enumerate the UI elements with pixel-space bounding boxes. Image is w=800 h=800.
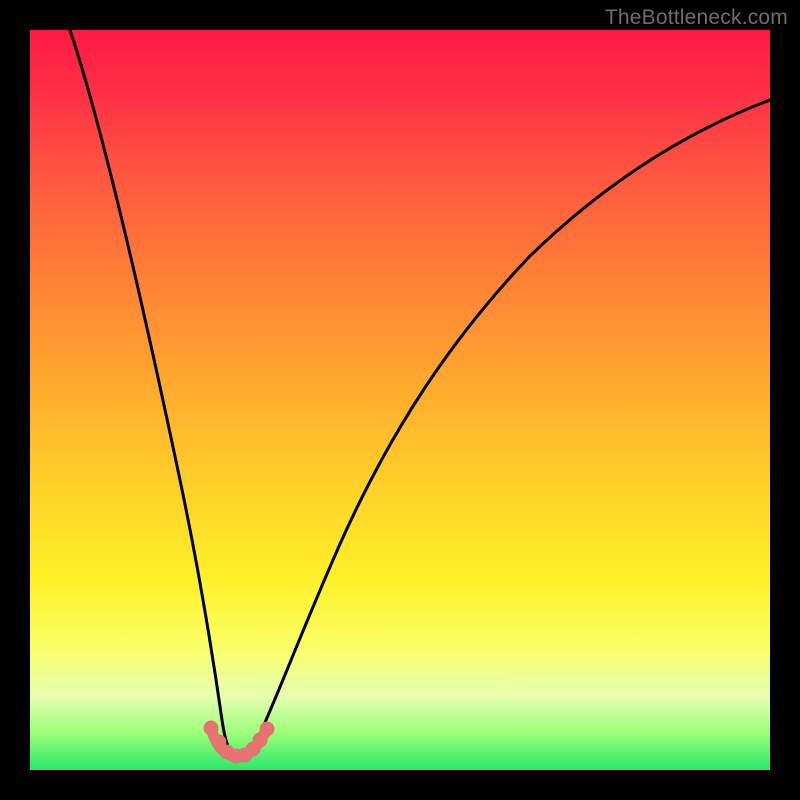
curve-path [70, 30, 770, 756]
chart-frame: TheBottleneck.com [0, 0, 800, 800]
bottleneck-curve [30, 30, 770, 770]
watermark-text: TheBottleneck.com [605, 6, 788, 30]
valley-marker-group [204, 721, 274, 763]
plot-area [30, 30, 770, 770]
